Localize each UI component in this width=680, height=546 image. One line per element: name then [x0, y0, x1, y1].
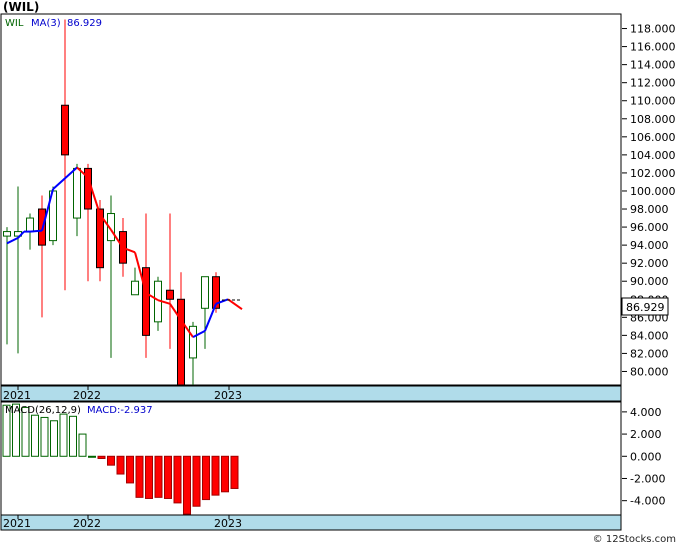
- price-y-tick-label: 80.000: [630, 365, 669, 378]
- last-price-label: 86.929: [626, 301, 665, 314]
- stock-chart: 80.00082.00084.00086.00088.00090.00092.0…: [0, 13, 676, 531]
- macd-bar: [145, 455, 153, 499]
- candle-body: [166, 289, 174, 300]
- candle-body: [3, 231, 11, 237]
- candle-body: [177, 298, 185, 386]
- price-plot-frame: [0, 13, 622, 386]
- price-y-tick-label: 108.000: [630, 113, 676, 126]
- macd-bar: [164, 455, 172, 499]
- price-x-label: 2022: [73, 389, 101, 402]
- price-y-tick-label: 82.000: [630, 347, 669, 360]
- macd-label: MACD(26,12,9): [5, 405, 81, 416]
- macd-y-tick-label: -2.000: [630, 472, 665, 485]
- macd-y-tick-label: -4.000: [630, 495, 665, 508]
- price-y-tick-label: 92.000: [630, 257, 669, 270]
- candle-body: [131, 280, 139, 296]
- price-y-tick-label: 94.000: [630, 239, 669, 252]
- macd-y-tick-label: 4.000: [630, 406, 662, 419]
- ma-label: MA(3): [31, 18, 61, 29]
- macd-bar: [173, 455, 182, 504]
- price-y-tick-label: 114.000: [630, 59, 676, 72]
- price-y-tick-label: 98.000: [630, 203, 669, 216]
- ma-value: 86.929: [67, 18, 102, 29]
- macd-bar: [97, 455, 106, 459]
- ma-segment: [29, 229, 43, 233]
- macd-y-tick-label: 0.000: [630, 450, 662, 463]
- candle-body: [201, 276, 209, 309]
- macd-bar: [107, 455, 115, 466]
- macd-bar: [40, 416, 49, 457]
- price-y-tick-label: 90.000: [630, 275, 669, 288]
- price-y-tick-label: 84.000: [630, 329, 669, 342]
- macd-x-label: 2022: [73, 517, 101, 530]
- macd-bar: [78, 433, 87, 457]
- candle-body: [61, 104, 69, 156]
- candle-body: [73, 167, 81, 219]
- candle-body: [26, 217, 34, 233]
- macd-x-label: 2023: [214, 517, 242, 530]
- price-y-tick-label: 112.000: [630, 77, 676, 90]
- macd-bar: [135, 455, 144, 498]
- price-y-tick-label: 96.000: [630, 221, 669, 234]
- macd-bar: [154, 455, 163, 498]
- macd-y-axis: 4.000 2.000 0.000 -2.000 -4.000: [622, 406, 665, 508]
- price-x-label: 2021: [3, 389, 31, 402]
- price-y-tick-label: 110.000: [630, 95, 676, 108]
- price-y-tick-label: 100.000: [630, 185, 676, 198]
- price-y-tick-label: 118.000: [630, 23, 676, 36]
- macd-bar: [31, 414, 39, 457]
- macd-bar: [59, 413, 68, 457]
- macd-value-label: MACD:-2.937: [87, 405, 153, 416]
- macd-bar: [211, 455, 220, 496]
- macd-bar: [88, 455, 96, 458]
- footer-credit: © 12Stocks.com: [592, 534, 676, 545]
- macd-bar: [202, 455, 210, 501]
- candle-body: [142, 267, 150, 336]
- price-y-axis: 80.00082.00084.00086.00088.00090.00092.0…: [622, 23, 676, 378]
- macd-bar: [126, 455, 134, 484]
- price-y-tick-label: 104.000: [630, 149, 676, 162]
- macd-bar: [192, 455, 201, 507]
- macd-x-label: 2021: [3, 517, 31, 530]
- price-y-tick-label: 116.000: [630, 41, 676, 54]
- macd-bar: [183, 455, 191, 515]
- macd-bar: [69, 415, 77, 457]
- symbol-label: WIL: [5, 18, 24, 29]
- price-x-label: 2023: [214, 389, 242, 402]
- macd-bar: [50, 420, 58, 457]
- candle-body: [189, 325, 197, 359]
- price-y-tick-label: 102.000: [630, 167, 676, 180]
- macd-y-tick-label: 2.000: [630, 428, 662, 441]
- macd-plot-frame: [0, 401, 622, 516]
- macd-bar: [230, 455, 239, 489]
- macd-bar: [221, 455, 229, 493]
- price-y-tick-label: 106.000: [630, 131, 676, 144]
- macd-bar: [116, 455, 125, 475]
